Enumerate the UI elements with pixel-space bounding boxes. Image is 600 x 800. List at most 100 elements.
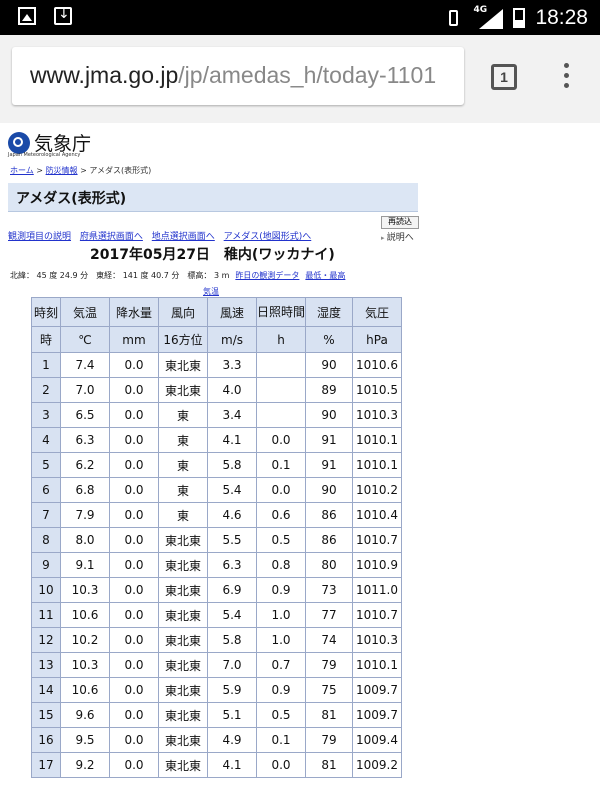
breadcrumb-bousai[interactable]: 防災情報 xyxy=(46,166,78,175)
table-cell: 東北東 xyxy=(158,752,208,778)
table-cell: 0.0 xyxy=(109,752,159,778)
table-cell: 1010.1 xyxy=(352,452,402,478)
table-cell: 0.0 xyxy=(109,402,159,428)
link-prefecture-select[interactable]: 府県選択画面へ xyxy=(80,232,143,242)
header-humidity: 湿度 xyxy=(305,297,353,327)
page-title: 2017年05月27日 稚内(ワッカナイ) xyxy=(90,244,335,264)
table-cell: 1010.3 xyxy=(352,627,402,653)
header-sunshine: 日照時間 xyxy=(256,297,306,327)
overflow-menu-icon[interactable] xyxy=(560,63,572,93)
table-cell: 3 xyxy=(31,402,61,428)
table-cell: 89 xyxy=(305,377,353,403)
link-min-max-temp-cont[interactable]: 気温 xyxy=(203,286,219,297)
browser-toolbar: www.jma.go.jp/jp/amedas_h/today-1101 1 xyxy=(0,35,600,124)
table-cell: 77 xyxy=(305,602,353,628)
url-bar[interactable]: www.jma.go.jp/jp/amedas_h/today-1101 xyxy=(12,47,464,105)
table-cell: 0.0 xyxy=(109,502,159,528)
table-cell: 1009.4 xyxy=(352,727,402,753)
table-cell: 81 xyxy=(305,702,353,728)
table-row: 7 7.9 0.0 東 4.6 0.6 86 1010.4 xyxy=(31,502,402,528)
table-row: 6 6.8 0.0 東 5.4 0.0 90 1010.2 xyxy=(31,477,402,503)
nav-links: 観測項目の説明 府県選択画面へ 地点選択画面へ アメダス(地図形式)へ xyxy=(8,229,317,242)
table-cell: 0.0 xyxy=(109,677,159,703)
table-cell: 4.9 xyxy=(207,727,257,753)
link-observation-items[interactable]: 観測項目の説明 xyxy=(8,232,71,242)
table-cell: 17 xyxy=(31,752,61,778)
table-cell: 5.8 xyxy=(207,452,257,478)
table-cell: 6.5 xyxy=(60,402,110,428)
link-yesterday-data[interactable]: 昨日の観測データ xyxy=(235,271,299,280)
table-cell: 11 xyxy=(31,602,61,628)
unit-cell: 時 xyxy=(31,326,61,353)
table-cell: 東北東 xyxy=(158,377,208,403)
reload-button[interactable]: 再読込 xyxy=(381,216,419,229)
unit-cell: 16方位 xyxy=(158,326,208,353)
table-cell: 5.5 xyxy=(207,527,257,553)
table-cell: 7.0 xyxy=(60,377,110,403)
table-cell: 1010.7 xyxy=(352,527,402,553)
table-cell: 東北東 xyxy=(158,552,208,578)
link-station-select[interactable]: 地点選択画面へ xyxy=(152,232,215,242)
unit-cell: m/s xyxy=(207,326,257,353)
table-cell: 7.4 xyxy=(60,352,110,378)
table-cell: 8 xyxy=(31,527,61,553)
table-row: 12 10.2 0.0 東北東 5.8 1.0 74 1010.3 xyxy=(31,627,402,653)
table-cell: 90 xyxy=(305,352,353,378)
unit-cell: mm xyxy=(109,326,159,353)
table-cell: 0.0 xyxy=(109,577,159,603)
table-cell: 79 xyxy=(305,652,353,678)
table-cell: 75 xyxy=(305,677,353,703)
header-wind-dir: 風向 xyxy=(158,297,208,327)
link-min-max-temp[interactable]: 最低・最高 xyxy=(305,271,345,280)
breadcrumb-home[interactable]: ホーム xyxy=(10,166,34,175)
table-cell: 5.1 xyxy=(207,702,257,728)
page-content: 気象庁 Japan Meteorological Agency ホーム > 防災… xyxy=(0,123,600,800)
tab-switcher-button[interactable]: 1 xyxy=(491,64,517,90)
breadcrumb: ホーム > 防災情報 > アメダス(表形式) xyxy=(10,166,152,175)
network-type: 4G xyxy=(473,5,488,15)
table-cell: 東北東 xyxy=(158,627,208,653)
table-cell: 1010.4 xyxy=(352,502,402,528)
table-cell: 73 xyxy=(305,577,353,603)
table-cell: 東 xyxy=(158,502,208,528)
table-cell: 0.8 xyxy=(256,552,306,578)
table-cell: 1 xyxy=(31,352,61,378)
table-cell: 東北東 xyxy=(158,577,208,603)
table-cell: 2 xyxy=(31,377,61,403)
table-body: 1 7.4 0.0 東北東 3.3 90 1010.6 2 7.0 0.0 東北東 4.0 89 1010… xyxy=(31,352,402,778)
table-cell: 1009.7 xyxy=(352,677,402,703)
section-title: アメダス(表形式) xyxy=(8,183,418,212)
table-cell: 1010.1 xyxy=(352,652,402,678)
table-cell: 16 xyxy=(31,727,61,753)
table-cell: 東北東 xyxy=(158,652,208,678)
table-cell: 12 xyxy=(31,627,61,653)
table-cell: 0.0 xyxy=(256,427,306,453)
link-map-view[interactable]: アメダス(地図形式)へ xyxy=(224,232,312,242)
unit-cell: hPa xyxy=(352,326,402,353)
table-cell: 東北東 xyxy=(158,677,208,703)
table-cell: 7.9 xyxy=(60,502,110,528)
table-cell: 9.5 xyxy=(60,727,110,753)
help-link[interactable]: 説明へ xyxy=(381,230,414,243)
unit-cell: h xyxy=(256,326,306,353)
table-cell: 0.9 xyxy=(256,577,306,603)
breadcrumb-current: > アメダス(表形式) xyxy=(77,166,152,175)
table-cell: 80 xyxy=(305,552,353,578)
header-wind-speed: 風速 xyxy=(207,297,257,327)
table-cell: 3.3 xyxy=(207,352,257,378)
table-cell: 0.0 xyxy=(109,602,159,628)
table-row: 3 6.5 0.0 東 3.4 90 1010.3 xyxy=(31,402,402,428)
table-cell: 6 xyxy=(31,477,61,503)
table-row: 13 10.3 0.0 東北東 7.0 0.7 79 1010.1 xyxy=(31,652,402,678)
table-cell: 0.0 xyxy=(109,652,159,678)
header-pressure: 気圧 xyxy=(352,297,402,327)
status-bar: 4G 18:28 xyxy=(0,0,600,35)
table-cell: 10.3 xyxy=(60,652,110,678)
table-cell: 9.1 xyxy=(60,552,110,578)
table-cell: 1011.0 xyxy=(352,577,402,603)
download-notification-icon xyxy=(54,6,72,25)
table-cell: 86 xyxy=(305,527,353,553)
table-cell: 0.0 xyxy=(109,527,159,553)
table-cell: 13 xyxy=(31,652,61,678)
table-cell: 0.0 xyxy=(109,452,159,478)
